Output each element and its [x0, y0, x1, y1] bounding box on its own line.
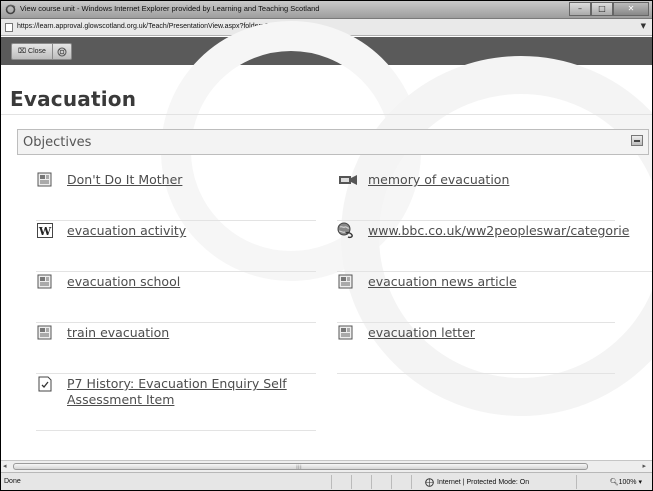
grip-icon: ⁞⁞⁞ [296, 464, 302, 471]
list-item: P7 History: Evacuation Enquiry Self Asse… [36, 375, 316, 431]
divider [411, 475, 412, 489]
divider [1, 114, 652, 115]
globe-icon [425, 478, 434, 487]
section-title: Objectives [23, 135, 92, 150]
document-icon [36, 171, 53, 188]
item-link[interactable]: memory of evacuation [368, 172, 509, 188]
toolbar: ⌧ Close [1, 37, 652, 65]
close-button[interactable]: ⌧ Close [12, 44, 53, 59]
item-link[interactable]: P7 History: Evacuation Enquiry Self Asse… [67, 376, 307, 408]
divider [576, 475, 577, 489]
list-item: memory of evacuation [337, 171, 615, 221]
document-icon [36, 324, 53, 341]
divider [351, 475, 352, 489]
browser-window: View course unit - Windows Internet Expl… [0, 0, 653, 491]
horizontal-scrollbar[interactable]: ◂ ⁞⁞⁞ ▸ [1, 460, 652, 472]
minimize-button[interactable]: – [569, 2, 591, 16]
address-bar[interactable]: https://learn.approval.glowscotland.org.… [1, 19, 652, 36]
document-icon [337, 273, 354, 290]
scroll-left-icon[interactable]: ◂ [3, 462, 7, 470]
item-link[interactable]: evacuation activity [67, 223, 186, 239]
maximize-button[interactable]: □ [591, 2, 613, 16]
scroll-right-icon[interactable]: ▸ [642, 462, 646, 470]
weblink-icon [337, 222, 354, 239]
item-link[interactable]: train evacuation [67, 325, 169, 341]
list-item: train evacuation [36, 324, 316, 374]
chevron-down-icon[interactable]: ▼ [641, 22, 646, 30]
document-icon [36, 273, 53, 290]
list-item: evacuation school [36, 273, 316, 323]
help-icon[interactable] [53, 44, 71, 59]
address-url[interactable]: https://learn.approval.glowscotland.org.… [17, 23, 300, 30]
divider [371, 475, 372, 489]
collapse-icon[interactable] [631, 135, 643, 146]
security-zone[interactable]: Internet | Protected Mode: On [425, 478, 529, 487]
list-item: www.bbc.co.uk/ww2peopleswar/categorie [337, 222, 652, 272]
window-title: View course unit - Windows Internet Expl… [20, 4, 320, 13]
assessment-icon [36, 375, 53, 392]
item-link[interactable]: Don't Do It Mother [67, 172, 182, 188]
zoom-control[interactable]: 🔍︎100% ▾ [610, 478, 642, 486]
item-link[interactable]: evacuation letter [368, 325, 475, 341]
page-icon [5, 23, 13, 32]
word-icon: W [36, 222, 53, 239]
document-icon [337, 324, 354, 341]
zone-label: Internet | Protected Mode: On [437, 479, 530, 486]
objectives-section-header: Objectives [17, 129, 649, 155]
video-icon [337, 171, 359, 188]
item-link[interactable]: evacuation news article [368, 274, 517, 290]
zoom-level: 100% [618, 479, 637, 486]
title-bar: View course unit - Windows Internet Expl… [1, 1, 652, 19]
close-window-button[interactable]: ✕ [613, 2, 649, 16]
list-item: W evacuation activity [36, 222, 316, 272]
scrollbar-thumb[interactable]: ⁞⁞⁞ [13, 463, 588, 471]
ie-logo-icon [5, 4, 16, 15]
status-bar: Done Internet | Protected Mode: On 🔍︎100… [1, 472, 652, 490]
page-title: Evacuation [10, 87, 137, 111]
list-item: evacuation letter [337, 324, 615, 374]
svg-text:W: W [37, 225, 51, 238]
item-link[interactable]: evacuation school [67, 274, 180, 290]
list-item: evacuation news article [337, 273, 615, 323]
item-link[interactable]: www.bbc.co.uk/ww2peopleswar/categorie [368, 223, 629, 239]
divider [331, 475, 332, 489]
list-item: Don't Do It Mother [36, 171, 316, 221]
divider [391, 475, 392, 489]
status-text: Done [4, 478, 21, 485]
